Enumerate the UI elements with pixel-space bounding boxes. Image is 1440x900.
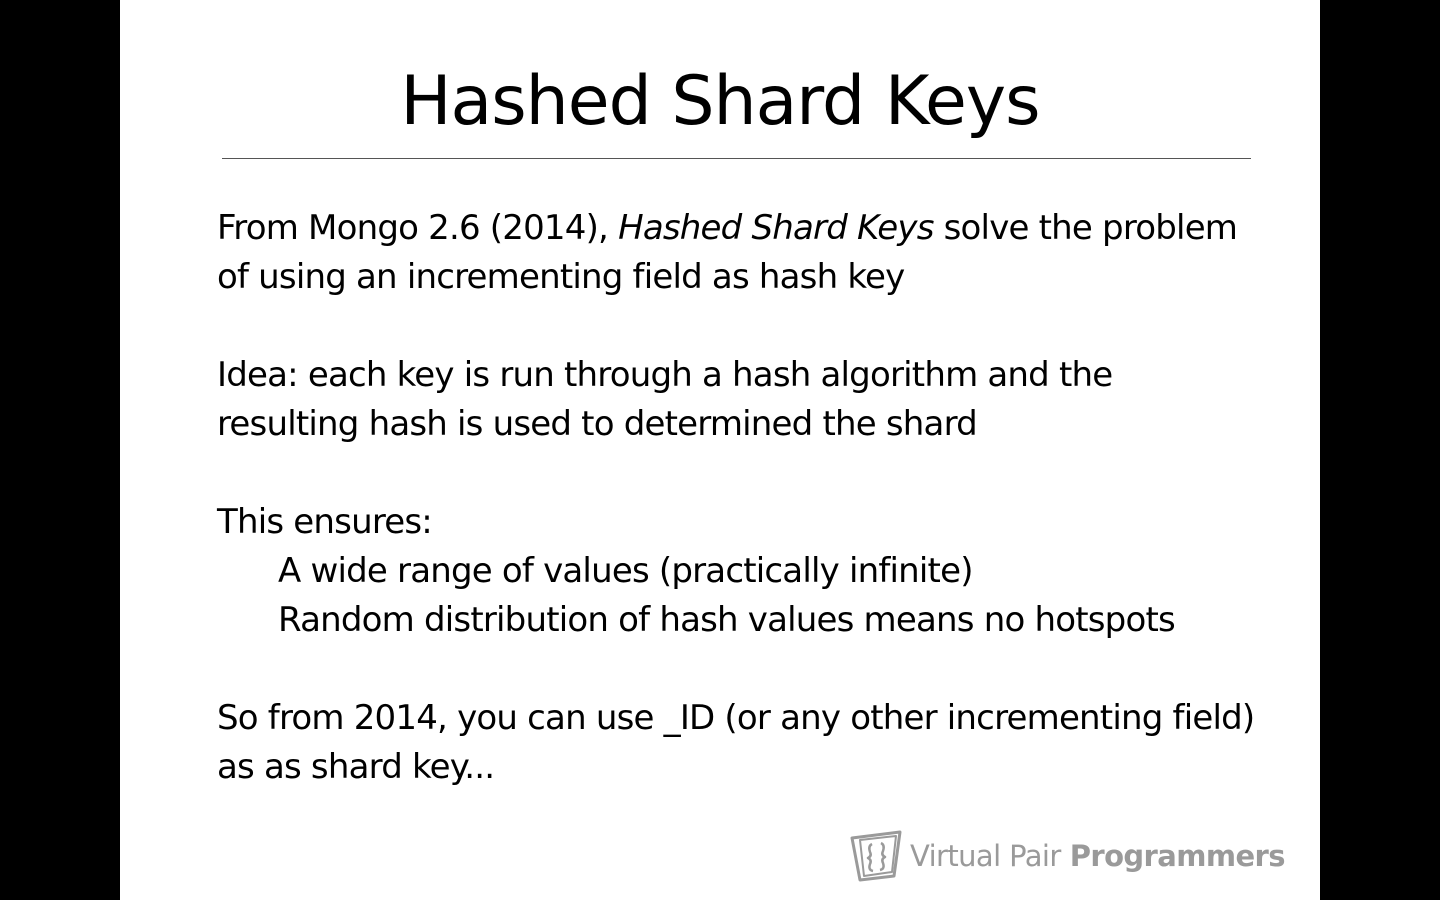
paragraph-ensures: This ensures: A wide range of values (pr… (217, 498, 1257, 645)
vpp-logo-icon (850, 830, 902, 882)
slide-body: From Mongo 2.6 (2014), Hashed Shard Keys… (217, 204, 1257, 792)
intro-prefix: From Mongo 2.6 (2014), (217, 208, 619, 248)
paragraph-hashed-keys-intro: From Mongo 2.6 (2014), Hashed Shard Keys… (217, 204, 1257, 302)
intro-emphasis: Hashed Shard Keys (618, 208, 934, 248)
ensures-lead: This ensures: (217, 502, 433, 542)
logo-text-virtual-pair: Virtual Pair (910, 839, 1061, 873)
ensures-item: Random distribution of hash values means… (278, 600, 1176, 640)
slide: Hashed Shard Keys From Mongo 2.6 (2014),… (120, 0, 1320, 900)
virtual-pair-programmers-logo: Virtual Pair Programmers (848, 828, 1286, 884)
presentation-viewer: Hashed Shard Keys From Mongo 2.6 (2014),… (0, 0, 1440, 900)
paragraph-conclusion: So from 2014, you can use _ID (or any ot… (217, 698, 1255, 787)
title-divider (222, 158, 1251, 159)
paragraph-idea: Idea: each key is run through a hash alg… (217, 355, 1113, 444)
slide-title: Hashed Shard Keys (400, 62, 1040, 141)
ensures-item: A wide range of values (practically infi… (278, 551, 973, 591)
logo-text-programmers: Programmers (1069, 839, 1286, 873)
